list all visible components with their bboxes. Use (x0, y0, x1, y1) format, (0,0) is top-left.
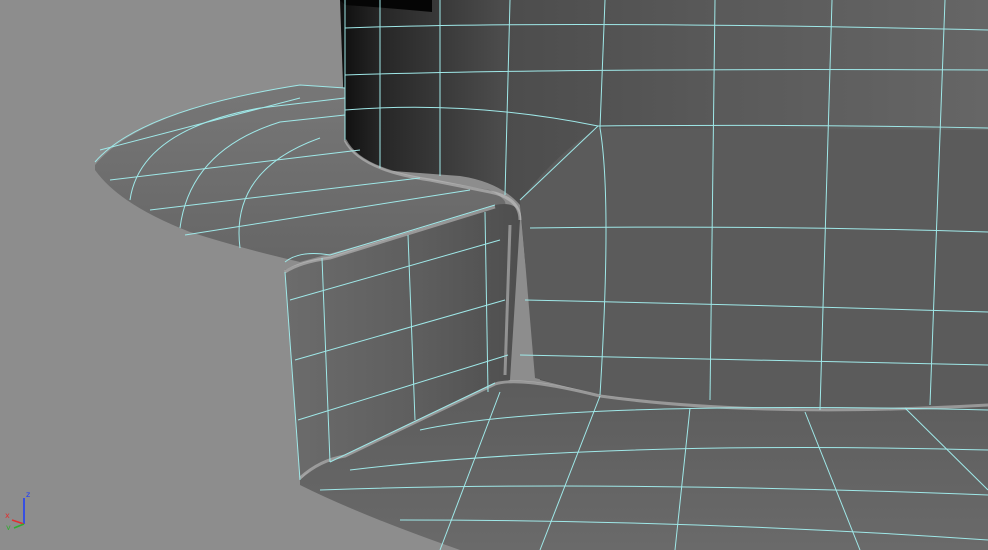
mesh-render[interactable] (0, 0, 988, 550)
y-axis-label: y (6, 523, 11, 530)
z-axis-label: z (26, 490, 30, 499)
axis-gizmo: z x y (5, 490, 30, 530)
x-axis-line (11, 519, 25, 525)
y-axis-line (13, 523, 25, 529)
3d-viewport[interactable]: z x y (0, 0, 988, 550)
middle-wall (520, 128, 988, 412)
x-axis-label: x (5, 511, 10, 520)
